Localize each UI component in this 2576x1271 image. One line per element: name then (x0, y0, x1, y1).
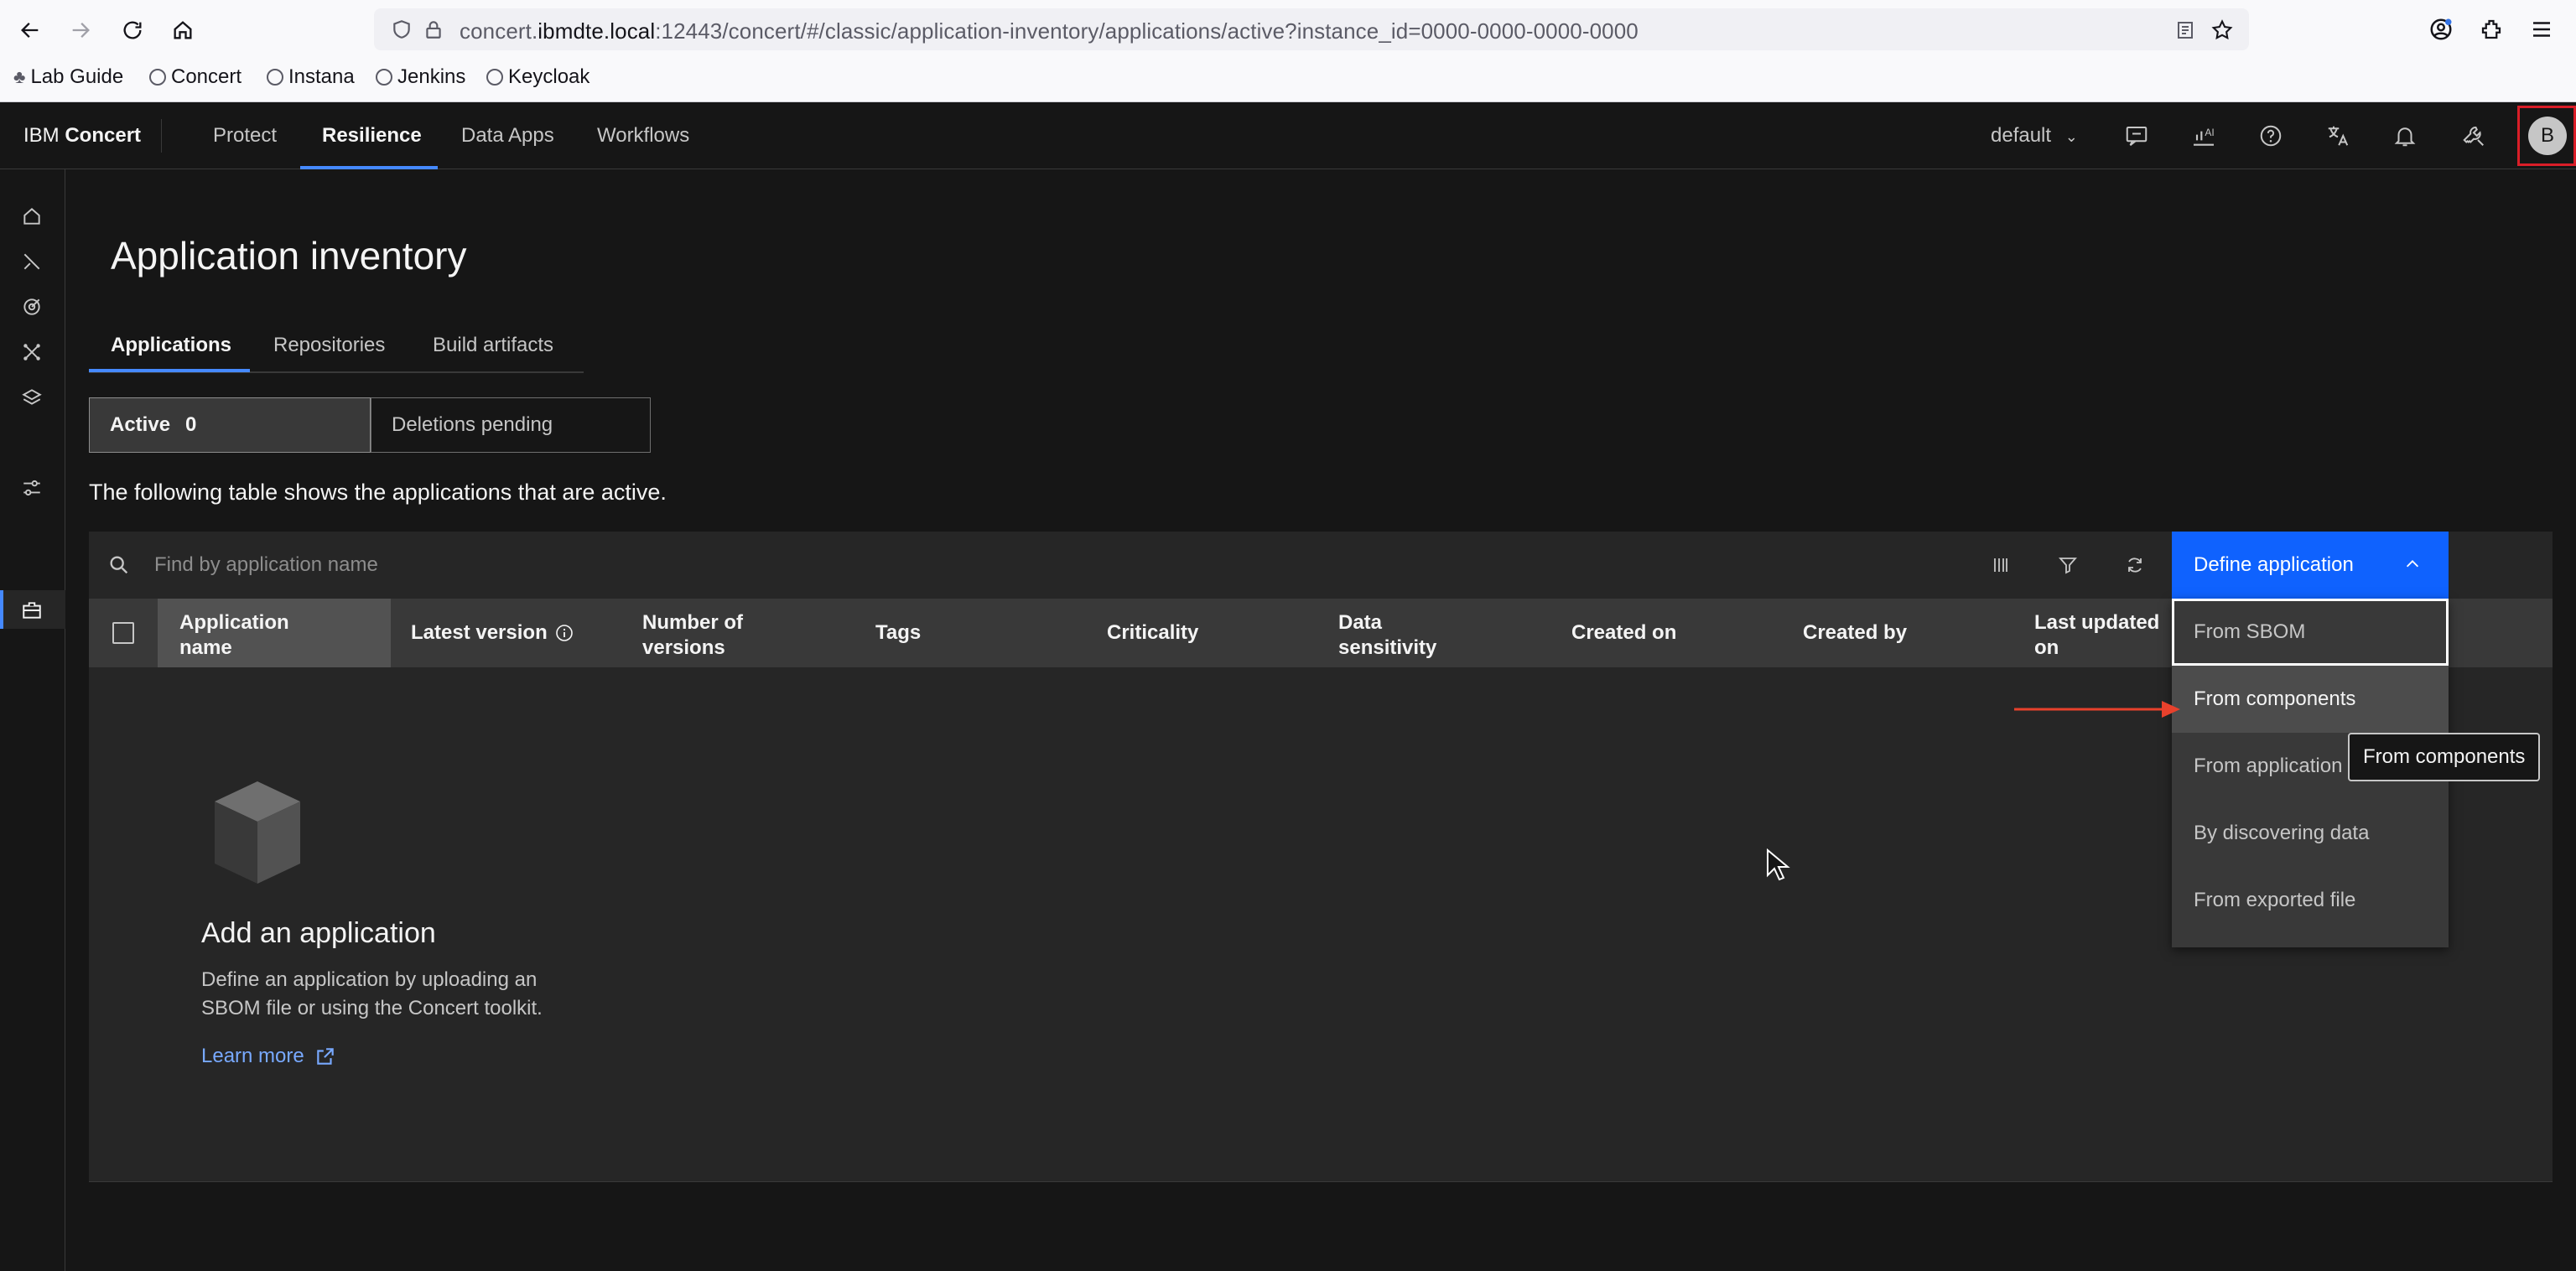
segment-deletions-pending[interactable]: Deletions pending (371, 397, 651, 453)
help-icon[interactable] (2252, 117, 2289, 154)
settings-sliders-icon[interactable] (18, 475, 45, 501)
globe-icon (149, 69, 166, 86)
menu-item-tooltip: From components (2348, 733, 2541, 781)
column-settings-icon[interactable] (1984, 548, 2018, 582)
menu-icon[interactable] (2529, 17, 2554, 42)
active-count: 0 (185, 413, 197, 436)
bookmark-jenkins[interactable]: Jenkins (376, 65, 465, 89)
column-latest-version[interactable]: Latest version (411, 620, 574, 646)
svg-text:AI: AI (2205, 127, 2214, 138)
filter-icon[interactable] (2051, 548, 2085, 582)
menu-item-from-sbom[interactable]: From SBOM (2172, 599, 2449, 666)
launch-icon (316, 1048, 334, 1065)
bookmark-concert[interactable]: Concert (149, 65, 242, 89)
application-inventory-icon[interactable] (18, 597, 45, 624)
segment-active[interactable]: Active 0 (89, 397, 371, 453)
bookmark-instana[interactable]: Instana (267, 65, 355, 89)
user-profile-button[interactable]: B (2517, 106, 2576, 166)
translate-icon[interactable] (2319, 117, 2356, 154)
menu-item-from-exported-file[interactable]: From exported file (2172, 867, 2449, 934)
define-application-button[interactable]: Define application (2172, 532, 2449, 599)
column-created-on[interactable]: Created on (1571, 620, 1676, 646)
table-description: The following table shows the applicatio… (89, 480, 667, 505)
column-data-sensitivity[interactable]: Data sensitivity (1338, 610, 1436, 661)
reload-icon[interactable] (114, 12, 151, 49)
learn-more-link[interactable]: Learn more (201, 1045, 336, 1068)
nav-protect[interactable]: Protect (213, 124, 277, 148)
lock-icon (426, 21, 441, 39)
tab-repositories[interactable]: Repositories (273, 334, 385, 357)
browser-toolbar: concert.ibmdte.local:12443/concert/#/cla… (0, 0, 2576, 102)
network-icon[interactable] (18, 339, 45, 366)
header-divider (161, 119, 162, 153)
bookmark-lab-guide[interactable]: ♣ Lab Guide (13, 65, 123, 89)
url-text: concert.ibmdte.local:12443/concert/#/cla… (460, 18, 1639, 44)
nav-workflows[interactable]: Workflows (597, 124, 689, 148)
notification-icon[interactable] (2386, 117, 2423, 154)
column-number-of-versions[interactable]: Number of versions (642, 610, 743, 661)
app-header: IBM Concert Protect Resilience Data Apps… (0, 102, 2576, 169)
search-input[interactable] (154, 548, 993, 582)
mouse-cursor-icon (1767, 848, 1790, 881)
shield-icon (393, 20, 410, 39)
tab-build-artifacts[interactable]: Build artifacts (433, 334, 553, 357)
ai-insights-icon[interactable]: AI (2185, 117, 2222, 154)
nav-resilience[interactable]: Resilience (322, 124, 422, 148)
refresh-icon[interactable] (2118, 548, 2152, 582)
chevron-up-icon (2406, 560, 2419, 568)
people-icon: ♣ (13, 66, 26, 87)
select-all-checkbox[interactable] (112, 622, 134, 644)
column-tags[interactable]: Tags (875, 620, 921, 646)
globe-icon (486, 69, 503, 86)
info-icon[interactable] (554, 623, 574, 643)
column-application-name[interactable]: Application name (179, 610, 289, 661)
side-nav-rail (0, 169, 65, 1271)
empty-state-title: Add an application (201, 917, 436, 949)
back-icon[interactable] (12, 12, 49, 49)
tab-applications[interactable]: Applications (111, 334, 231, 357)
column-created-by[interactable]: Created by (1803, 620, 1907, 646)
globe-icon (376, 69, 392, 86)
annotation-arrow (2014, 701, 2180, 718)
bookmark-keycloak[interactable]: Keycloak (486, 65, 589, 89)
nav-active-indicator (300, 166, 438, 169)
extensions-icon[interactable] (2479, 17, 2504, 42)
column-criticality[interactable]: Criticality (1107, 620, 1198, 646)
bookmark-star-icon[interactable] (2210, 18, 2234, 42)
page-title: Application inventory (111, 234, 467, 278)
chevron-down-icon: ⌄ (2064, 128, 2078, 145)
column-last-updated-on[interactable]: Last updated on (2034, 610, 2159, 661)
layers-icon[interactable] (18, 384, 45, 411)
brand-logo[interactable]: IBM Concert (23, 124, 141, 148)
menu-item-by-discovering-data[interactable]: By discovering data (2172, 800, 2449, 867)
menu-item-from-components[interactable]: From components (2172, 666, 2449, 733)
empty-box-icon (215, 781, 300, 884)
chat-icon[interactable] (2118, 117, 2155, 154)
home-icon[interactable] (18, 203, 45, 230)
instance-select[interactable]: default ⌄ (1991, 124, 2078, 148)
avatar: B (2528, 117, 2567, 155)
admin-tools-icon[interactable] (2455, 117, 2492, 154)
nav-data-apps[interactable]: Data Apps (461, 124, 554, 148)
empty-state-body: Define an application by uploading an SB… (201, 968, 543, 1019)
reader-view-icon[interactable] (2175, 20, 2195, 40)
target-icon[interactable] (18, 293, 45, 320)
search-icon (110, 556, 128, 574)
globe-icon (267, 69, 283, 86)
account-icon[interactable] (2428, 17, 2454, 42)
address-bar[interactable]: concert.ibmdte.local:12443/concert/#/cla… (374, 8, 2249, 50)
home-icon[interactable] (164, 12, 201, 49)
tools-icon[interactable] (18, 248, 45, 275)
forward-icon[interactable] (62, 12, 99, 49)
tab-active-indicator (89, 369, 250, 372)
